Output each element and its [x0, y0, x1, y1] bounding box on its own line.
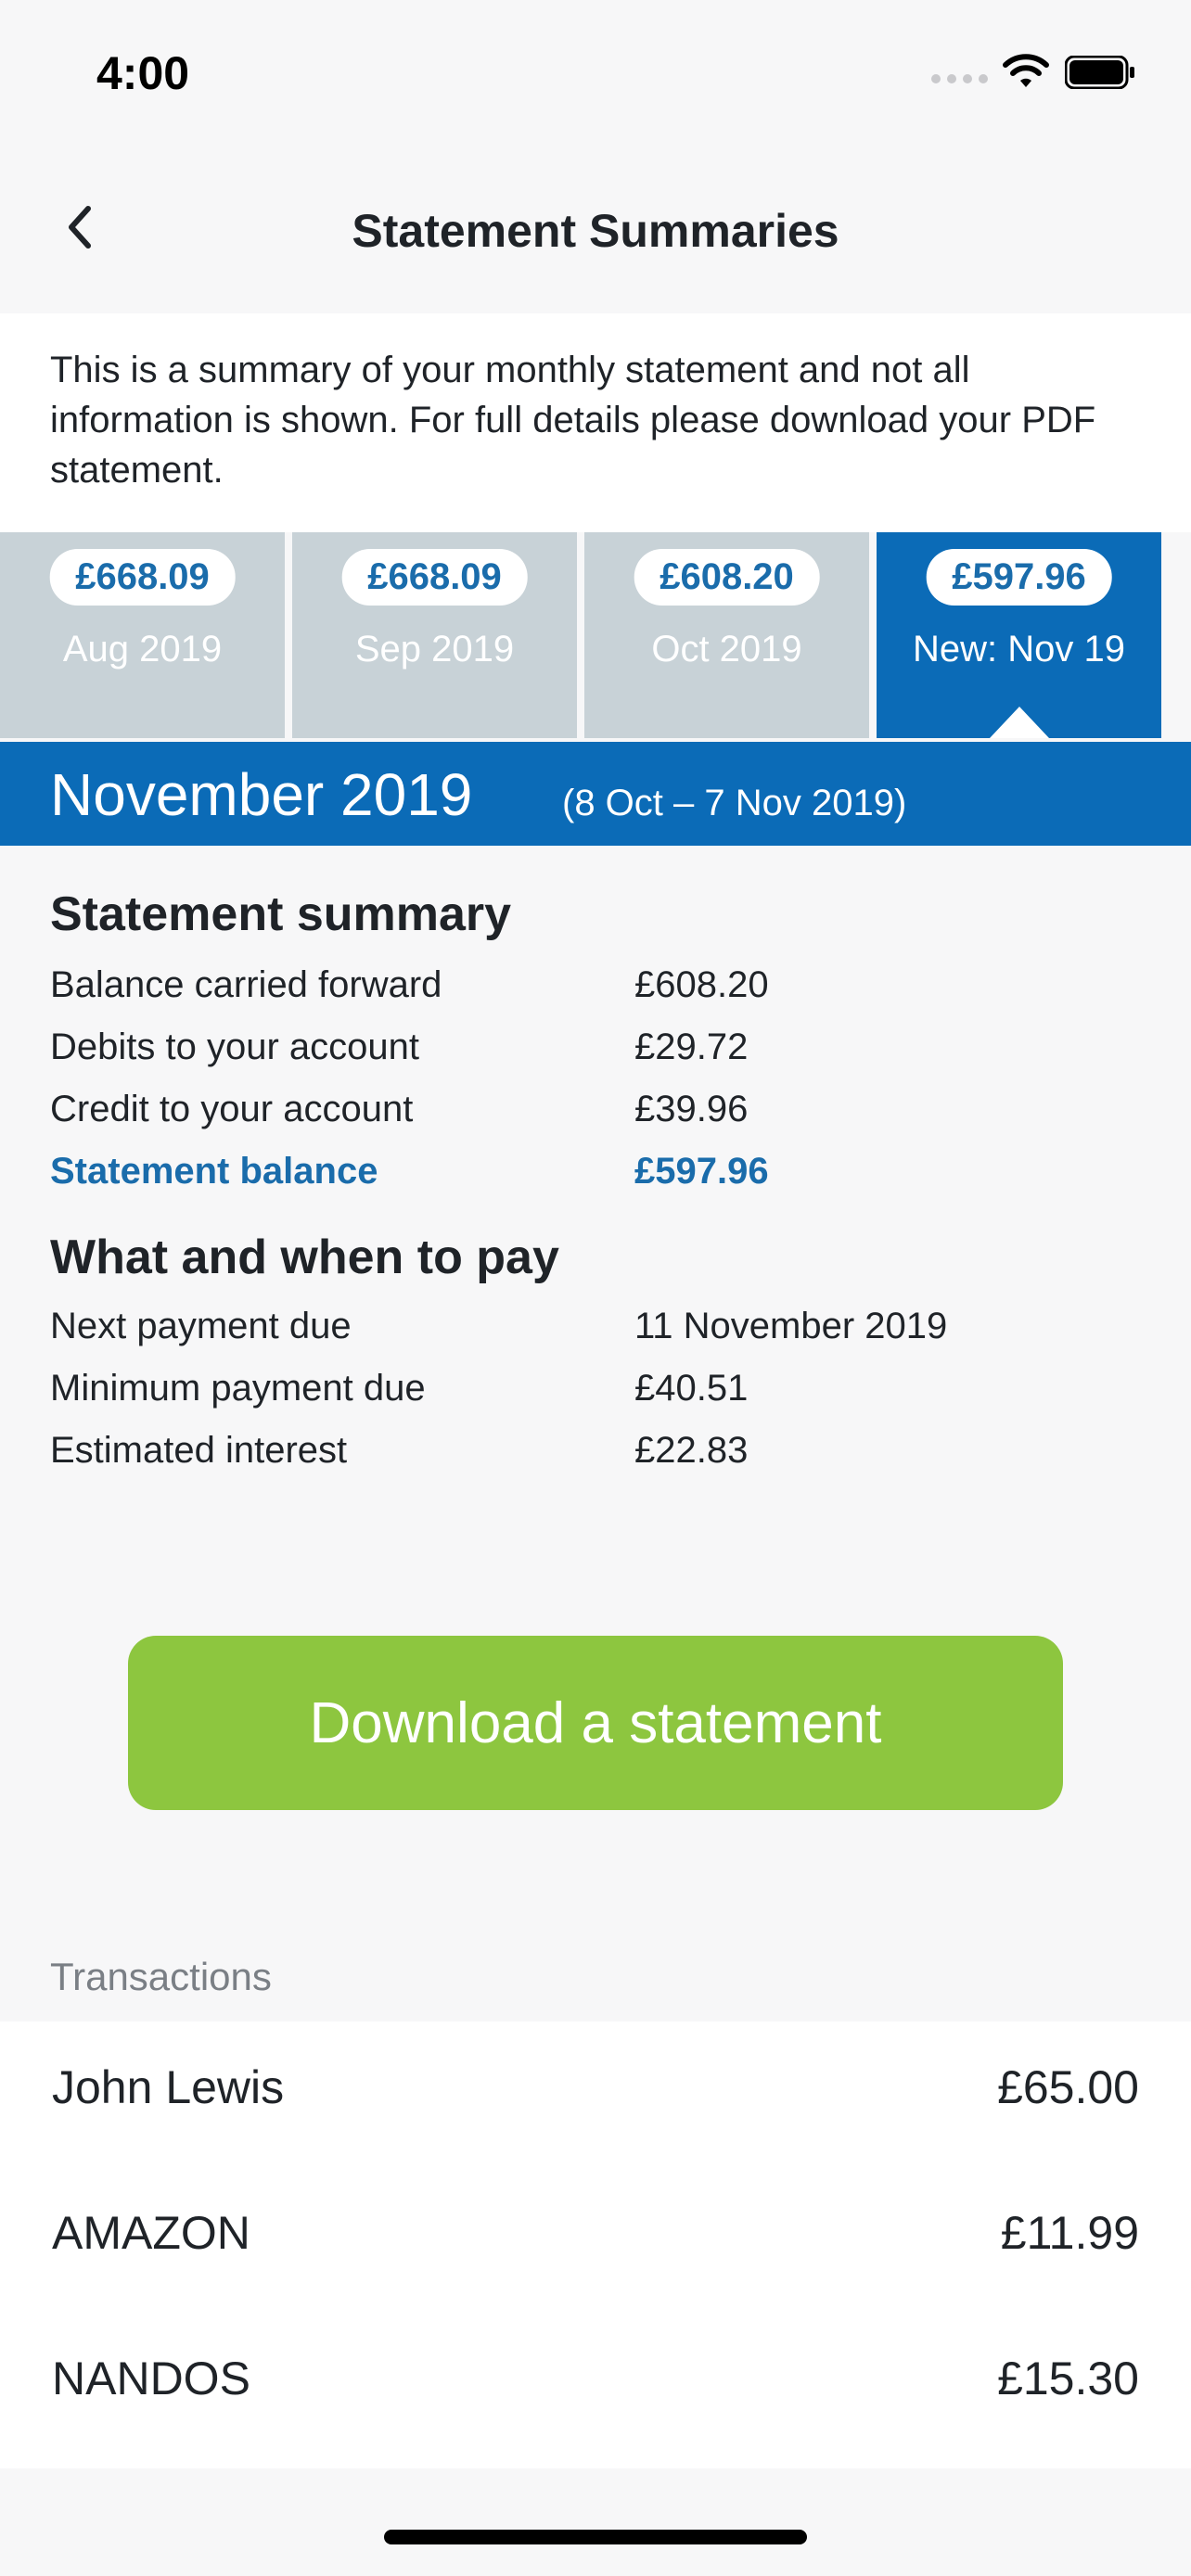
summary-row: Debits to your account £29.72: [50, 1027, 1145, 1082]
statement-tabs: £668.09 Aug 2019 £668.09 Sep 2019 £608.2…: [0, 532, 1161, 738]
transaction-amount: £15.30: [997, 2353, 1139, 2404]
transactions-label: Transactions: [50, 1955, 272, 1998]
home-indicator[interactable]: [384, 2530, 807, 2544]
transaction-name: NANDOS: [52, 2353, 250, 2404]
transaction-row[interactable]: John Lewis £65.00: [0, 2021, 1191, 2166]
tab-amount: £668.09: [341, 549, 528, 606]
tab-sep-2019[interactable]: £668.09 Sep 2019: [292, 532, 577, 738]
row-label: Credit to your account: [50, 1089, 414, 1129]
transaction-row[interactable]: AMAZON £11.99: [0, 2167, 1191, 2312]
tab-date: Aug 2019: [62, 629, 223, 670]
selected-indicator-icon: [989, 707, 1049, 738]
row-value: £40.51: [634, 1368, 749, 1409]
row-label: Estimated interest: [50, 1430, 348, 1471]
row-label: Balance carried forward: [50, 964, 442, 1005]
navigation-bar: Statement Summaries: [0, 148, 1191, 313]
tab-amount: £608.20: [634, 549, 820, 606]
statement-summary-heading: Statement summary: [50, 887, 512, 941]
download-statement-button[interactable]: Download a statement: [128, 1636, 1063, 1810]
month-title: November 2019: [50, 761, 473, 828]
summary-row: Credit to your account £39.96: [50, 1089, 1145, 1144]
pay-row: Estimated interest £22.83: [50, 1430, 1145, 1486]
transaction-amount: £65.00: [997, 2061, 1139, 2113]
tab-oct-2019[interactable]: £608.20 Oct 2019: [584, 532, 869, 738]
statement-balance-row: Statement balance £597.96: [50, 1151, 1145, 1206]
status-bar: 4:00: [0, 0, 1191, 148]
tab-date: Sep 2019: [354, 629, 515, 670]
transaction-row[interactable]: NANDOS £15.30: [0, 2313, 1191, 2457]
tab-date: New: Nov 19: [913, 629, 1125, 670]
tab-amount: £597.96: [926, 549, 1112, 606]
row-label: Statement balance: [50, 1151, 378, 1192]
row-value: 11 November 2019: [634, 1306, 948, 1346]
tab-amount: £668.09: [49, 549, 236, 606]
tab-aug-2019[interactable]: £668.09 Aug 2019: [0, 532, 285, 738]
row-value: £39.96: [634, 1089, 749, 1129]
intro-panel: This is a summary of your monthly statem…: [0, 313, 1191, 532]
transaction-name: AMAZON: [52, 2207, 250, 2259]
row-value: £608.20: [634, 964, 769, 1005]
transaction-name: John Lewis: [52, 2061, 285, 2113]
row-value: £22.83: [634, 1430, 749, 1471]
transactions-list: John Lewis £65.00 AMAZON £11.99 NANDOS £…: [0, 2021, 1191, 2468]
page-title: Statement Summaries: [352, 205, 839, 257]
month-banner: November 2019 (8 Oct – 7 Nov 2019): [0, 742, 1191, 846]
cellular-signal-icon: [931, 74, 988, 83]
row-label: Debits to your account: [50, 1027, 419, 1067]
row-label: Next payment due: [50, 1306, 352, 1346]
wifi-icon: [1003, 54, 1049, 87]
intro-text: This is a summary of your monthly statem…: [50, 350, 1096, 491]
row-label: Minimum payment due: [50, 1368, 426, 1409]
month-range: (8 Oct – 7 Nov 2019): [562, 783, 907, 823]
tab-nov-2019[interactable]: £597.96 New: Nov 19: [877, 532, 1161, 738]
status-time: 4:00: [96, 47, 190, 99]
battery-icon: [1065, 56, 1134, 89]
row-value: £597.96: [634, 1151, 769, 1192]
what-to-pay-heading: What and when to pay: [50, 1231, 559, 1284]
pay-row: Minimum payment due £40.51: [50, 1368, 1145, 1423]
transaction-amount: £11.99: [1000, 2207, 1139, 2259]
summary-row: Balance carried forward £608.20: [50, 964, 1145, 1020]
tab-date: Oct 2019: [651, 629, 802, 670]
row-value: £29.72: [634, 1027, 749, 1067]
pay-row: Next payment due 11 November 2019: [50, 1306, 1145, 1361]
